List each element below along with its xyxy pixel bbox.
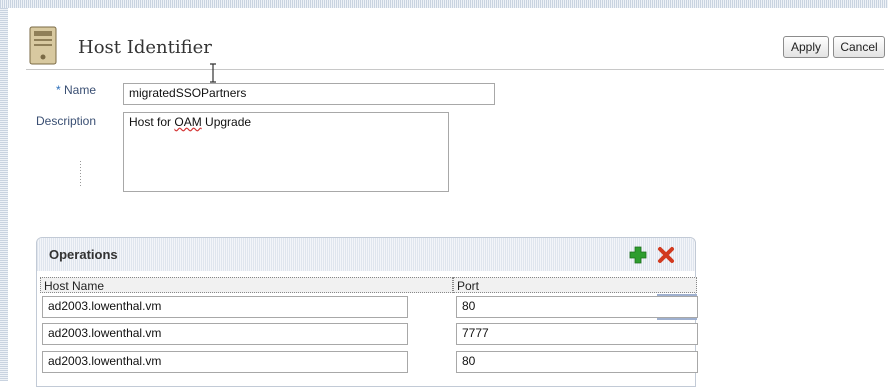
cancel-button[interactable]: Cancel <box>833 36 885 58</box>
port-input[interactable]: 80 <box>456 351 698 373</box>
port-input[interactable]: 80 <box>456 296 698 318</box>
delete-icon[interactable] <box>657 246 675 264</box>
left-border <box>0 8 8 381</box>
title-divider <box>26 69 884 70</box>
host-name-input[interactable]: ad2003.lowenthal.vm <box>42 351 408 373</box>
column-header-host-name[interactable]: Host Name <box>40 277 453 293</box>
operations-panel: Operations Host Name Port ad2003.lowenth… <box>36 237 698 387</box>
operations-title: Operations <box>49 247 118 262</box>
operations-header: Operations <box>37 238 695 271</box>
description-text-spellcheck: OAM <box>174 115 202 129</box>
description-label: Description <box>36 114 97 128</box>
text-cursor-icon <box>210 63 216 83</box>
name-field[interactable]: migratedSSOPartners <box>123 83 495 105</box>
name-label: * Name <box>56 83 96 97</box>
column-header-port[interactable]: Port <box>453 277 697 293</box>
name-label-text: Name <box>64 83 97 97</box>
apply-button[interactable]: Apply <box>783 36 829 58</box>
description-text-suffix: Upgrade <box>201 115 252 129</box>
host-name-input[interactable]: ad2003.lowenthal.vm <box>42 296 408 318</box>
required-marker: * <box>56 83 61 97</box>
description-text-prefix: Host for <box>129 115 175 129</box>
description-field[interactable]: Host for OAM Upgrade <box>123 112 449 192</box>
port-input[interactable]: 7777 <box>456 323 698 345</box>
top-border <box>0 0 888 8</box>
page-title: Host Identifier <box>78 37 212 58</box>
resize-dots <box>80 160 81 186</box>
add-icon[interactable] <box>629 246 647 264</box>
server-icon <box>29 26 57 65</box>
host-name-input[interactable]: ad2003.lowenthal.vm <box>42 323 408 345</box>
